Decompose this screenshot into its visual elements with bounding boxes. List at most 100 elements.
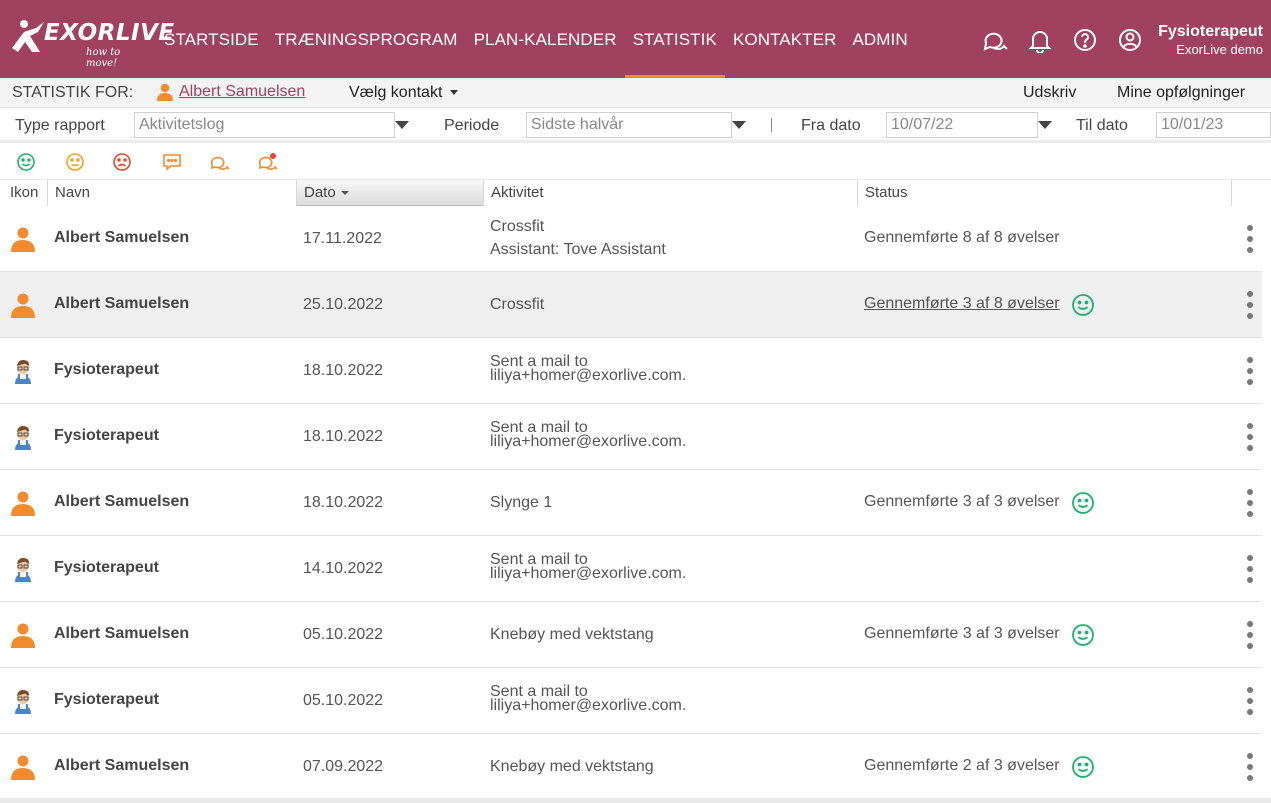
period-dropdown-arrow-icon[interactable] xyxy=(732,121,746,129)
row-name: Albert Samuelsen xyxy=(54,757,190,774)
table-row[interactable]: Fysioterapeut 05.10.2022 Sent a mail to lil… xyxy=(0,668,1262,734)
smiley-happy-icon xyxy=(1071,755,1095,779)
table-header: Ikon Navn Dato Aktivitet Status xyxy=(0,180,1271,206)
column-header-date[interactable]: Dato xyxy=(296,180,483,206)
nav-item-startside[interactable]: STARTSIDE xyxy=(156,0,267,78)
to-date-input[interactable]: 10/01/23 xyxy=(1156,112,1271,138)
row-more-menu-icon[interactable] xyxy=(1244,423,1256,451)
exorlive-logo[interactable]: EXORLIVE how to move! xyxy=(10,18,174,69)
report-type-select[interactable]: Aktivitetslog xyxy=(134,112,395,138)
report-filter-bar: Type rapport Aktivitetslog Periode Sidst… xyxy=(0,109,1271,143)
smiley-sad-icon[interactable] xyxy=(111,151,133,173)
table-bottom-edge xyxy=(0,798,1271,803)
row-more-menu-icon[interactable] xyxy=(1244,555,1256,583)
nav-item-kontakter[interactable]: KONTAKTER xyxy=(725,0,845,78)
row-date: 18.10.2022 xyxy=(303,494,384,511)
column-header-name[interactable]: Navn xyxy=(47,180,296,206)
logo-mark-icon xyxy=(12,20,44,52)
smiley-happy-icon xyxy=(1071,491,1095,515)
top-navigation-bar: EXORLIVE how to move! STARTSIDE TRÆNINGSP… xyxy=(0,0,1271,78)
row-name: Fysioterapeut xyxy=(54,427,159,444)
chat-alert-icon[interactable] xyxy=(257,151,279,173)
row-date: 05.10.2022 xyxy=(303,626,384,643)
row-date: 17.11.2022 xyxy=(303,230,382,247)
row-activity: Slynge 1 xyxy=(490,491,552,514)
row-name: Fysioterapeut xyxy=(54,559,159,576)
row-activity-detail: liliya+homer@exorlive.com. xyxy=(490,367,687,384)
from-date-input[interactable]: 10/07/22 xyxy=(886,112,1038,138)
client-avatar-icon xyxy=(10,754,36,780)
client-avatar-icon xyxy=(10,622,36,648)
row-more-menu-icon[interactable] xyxy=(1244,291,1256,319)
row-more-menu-icon[interactable] xyxy=(1244,225,1256,253)
row-activity: Knebøy med vektstang xyxy=(490,623,654,646)
table-row[interactable]: Albert Samuelsen 07.09.2022 Knebøy med vek… xyxy=(0,734,1262,800)
account-icon[interactable] xyxy=(1113,26,1146,54)
nav-item-træningsprogram[interactable]: TRÆNINGSPROGRAM xyxy=(267,0,466,78)
column-header-icon[interactable]: Ikon xyxy=(3,180,47,206)
choose-contact-label: Vælg kontakt xyxy=(349,84,443,101)
my-followups-button[interactable]: Mine opfølgninger xyxy=(1117,84,1245,102)
row-name: Fysioterapeut xyxy=(54,361,159,378)
row-name: Albert Samuelsen xyxy=(54,229,190,246)
nav-item-admin[interactable]: ADMIN xyxy=(844,0,915,78)
smiley-happy-icon[interactable] xyxy=(15,151,37,173)
therapist-avatar-icon xyxy=(10,424,36,450)
row-status: Gennemførte 2 af 3 øvelser xyxy=(864,757,1060,774)
row-activity: Sent a mail to liliya+homer@exorlive.com. xyxy=(490,420,686,450)
comment-icon[interactable] xyxy=(161,151,183,173)
table-row[interactable]: Albert Samuelsen 25.10.2022 Crossfit Gennem… xyxy=(0,272,1262,338)
report-type-label: Type rapport xyxy=(15,117,105,134)
table-row[interactable]: Fysioterapeut 18.10.2022 Sent a mail to lil… xyxy=(0,404,1262,470)
row-activity-line: Crossfit xyxy=(490,296,545,313)
chat-bubbles-icon[interactable] xyxy=(209,151,231,173)
from-date-dropdown-arrow-icon[interactable] xyxy=(1038,121,1052,129)
row-activity-line: Knebøy med vektstang xyxy=(490,758,654,775)
nav-item-statistik[interactable]: STATISTIK xyxy=(624,0,726,78)
row-more-menu-icon[interactable] xyxy=(1244,621,1256,649)
therapist-avatar-icon xyxy=(10,556,36,582)
row-status: Gennemførte 3 af 3 øvelser xyxy=(864,493,1060,510)
table-row[interactable]: Fysioterapeut 18.10.2022 Sent a mail to lil… xyxy=(0,338,1262,404)
column-header-status[interactable]: Status xyxy=(857,180,1231,206)
nav-item-plan-kalender[interactable]: PLAN-KALENDER xyxy=(466,0,625,78)
row-more-menu-icon[interactable] xyxy=(1244,357,1256,385)
row-status[interactable]: Gennemførte 3 af 8 øvelser xyxy=(864,295,1060,313)
row-date: 07.09.2022 xyxy=(303,758,384,775)
choose-contact-dropdown[interactable]: Vælg kontakt xyxy=(349,84,459,102)
row-date: 18.10.2022 xyxy=(303,362,384,379)
period-select[interactable]: Sidste halvår xyxy=(526,112,732,138)
row-more-menu-icon[interactable] xyxy=(1244,489,1256,517)
bell-icon[interactable] xyxy=(1023,26,1056,54)
client-avatar-icon xyxy=(10,226,36,252)
statistik-for-label: STATISTIK FOR: xyxy=(12,84,134,101)
table-row[interactable]: Albert Samuelsen 18.10.2022 Slynge 1 Gennem… xyxy=(0,470,1262,536)
report-type-dropdown-arrow-icon[interactable] xyxy=(395,121,409,129)
row-more-menu-icon[interactable] xyxy=(1244,753,1256,781)
table-row[interactable]: Fysioterapeut 14.10.2022 Sent a mail to lil… xyxy=(0,536,1262,602)
row-status: Gennemførte 8 af 8 øvelser xyxy=(864,229,1060,246)
column-header-actions xyxy=(1231,180,1262,206)
therapist-avatar-icon xyxy=(10,688,36,714)
row-status: Gennemførte 3 af 3 øvelser xyxy=(864,625,1060,642)
column-header-activity[interactable]: Aktivitet xyxy=(483,180,857,206)
row-date: 14.10.2022 xyxy=(303,560,384,577)
selected-contact-link[interactable]: Albert Samuelsen xyxy=(157,83,305,101)
table-row[interactable]: Albert Samuelsen 05.10.2022 Knebøy med vek… xyxy=(0,602,1262,668)
print-button[interactable]: Udskriv xyxy=(1023,84,1076,102)
chat-icon[interactable] xyxy=(978,26,1011,54)
selected-contact-name[interactable]: Albert Samuelsen xyxy=(179,83,305,101)
smiley-happy-icon xyxy=(1071,623,1095,647)
row-name: Fysioterapeut xyxy=(54,691,159,708)
smiley-neutral-icon[interactable] xyxy=(64,151,86,173)
logo-tagline: how to move! xyxy=(86,47,121,69)
row-activity-line: Slynge 1 xyxy=(490,494,553,511)
table-row[interactable]: Albert Samuelsen 17.11.2022 Crossfit Assist… xyxy=(0,206,1262,272)
column-header-date-label: Dato xyxy=(304,184,336,201)
sort-descending-icon xyxy=(340,191,349,196)
row-activity: Sent a mail to liliya+homer@exorlive.com. xyxy=(490,684,686,714)
row-more-menu-icon[interactable] xyxy=(1244,687,1256,715)
help-icon[interactable] xyxy=(1068,26,1101,54)
user-info[interactable]: Fysioterapeut ExorLive demo xyxy=(1158,22,1263,58)
smiley-happy-icon xyxy=(1071,293,1095,317)
